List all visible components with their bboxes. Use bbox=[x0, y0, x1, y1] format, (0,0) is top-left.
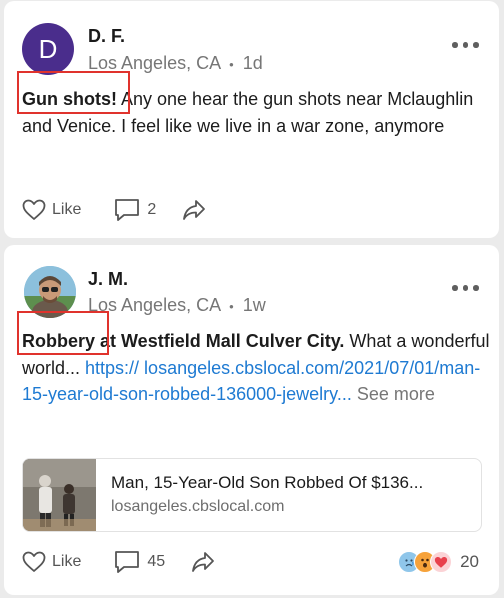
preview-domain: losangeles.cbslocal.com bbox=[111, 498, 285, 515]
reaction-summary[interactable]: 20 bbox=[398, 551, 479, 573]
comment-button[interactable]: 2 bbox=[113, 198, 156, 222]
share-button[interactable] bbox=[182, 199, 206, 221]
like-label: Like bbox=[52, 553, 82, 570]
like-button[interactable]: Like bbox=[22, 199, 81, 221]
heart-outline-icon bbox=[22, 551, 46, 572]
heart-outline-icon bbox=[22, 199, 46, 220]
share-icon bbox=[192, 552, 215, 572]
like-label: Like bbox=[52, 201, 82, 218]
post-meta: Los Angeles, CA • 1w bbox=[88, 295, 266, 316]
comment-icon bbox=[115, 199, 140, 221]
post-actions: Like 2 bbox=[22, 195, 232, 225]
preview-title: Man, 15-Year-Old Son Robbed Of $136... bbox=[111, 473, 424, 492]
more-options-icon[interactable] bbox=[452, 281, 488, 295]
link-preview[interactable]: Man, 15-Year-Old Son Robbed Of $136... l… bbox=[22, 458, 482, 532]
avatar[interactable]: D bbox=[22, 23, 74, 75]
post-time: 1w bbox=[242, 295, 266, 315]
post-actions: Like 45 bbox=[22, 547, 241, 577]
highlight-box bbox=[17, 71, 130, 114]
share-icon bbox=[183, 200, 206, 220]
share-button[interactable] bbox=[191, 551, 215, 573]
post-headline-rest: at Westfield Mall Culver City. bbox=[95, 331, 345, 351]
highlight-box bbox=[17, 311, 109, 355]
post-card[interactable]: J. M. Los Angeles, CA • 1w Robbery at We… bbox=[4, 245, 499, 595]
author-name[interactable]: J. M. bbox=[88, 269, 128, 290]
like-button[interactable]: Like bbox=[22, 551, 81, 573]
meta-separator: • bbox=[229, 57, 234, 72]
heart-reaction-icon bbox=[430, 551, 453, 573]
post-time: 1d bbox=[242, 53, 263, 73]
location: Los Angeles, CA bbox=[88, 53, 221, 73]
post-card[interactable]: D D. F. Los Angeles, CA • 1d Gun shots! … bbox=[4, 1, 499, 238]
meta-separator: • bbox=[229, 299, 234, 314]
more-options-icon[interactable] bbox=[452, 38, 488, 52]
comment-button[interactable]: 45 bbox=[113, 550, 165, 574]
comment-icon bbox=[115, 551, 140, 573]
comment-count: 45 bbox=[147, 553, 166, 570]
avatar-initial: D bbox=[38, 33, 58, 64]
author-name[interactable]: D. F. bbox=[88, 26, 125, 47]
see-more-link[interactable]: See more bbox=[352, 384, 435, 404]
preview-thumbnail bbox=[23, 459, 96, 531]
comment-count: 2 bbox=[147, 201, 157, 218]
reaction-count: 20 bbox=[460, 552, 479, 571]
